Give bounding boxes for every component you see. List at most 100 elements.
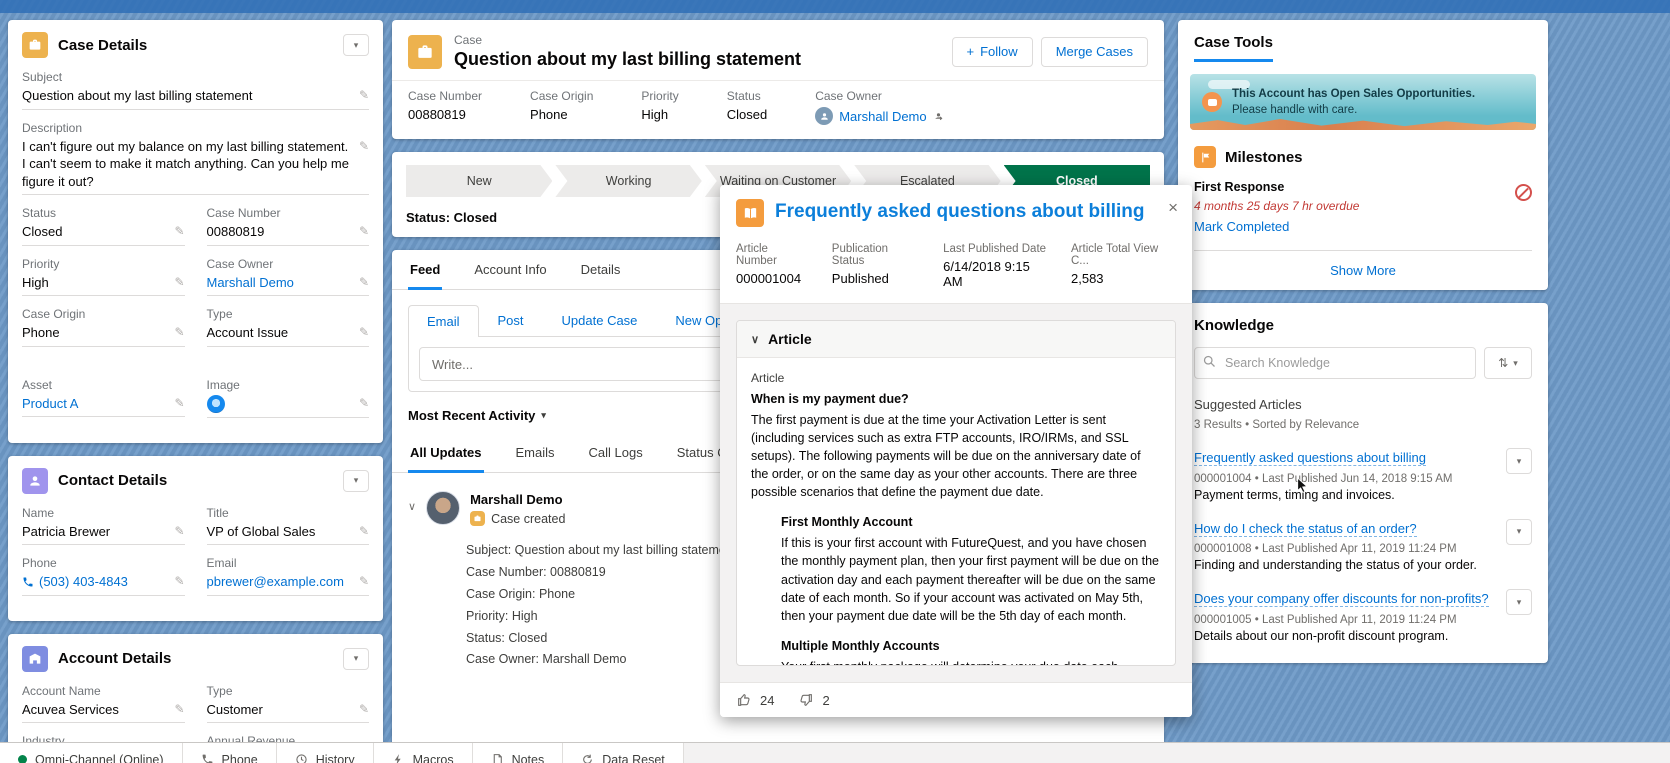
- history-icon: [296, 754, 307, 763]
- case-icon: [22, 32, 48, 58]
- article-link[interactable]: Frequently asked questions about billing: [1194, 450, 1426, 466]
- edit-icon[interactable]: ✎: [359, 523, 369, 539]
- edit-icon[interactable]: ✎: [359, 138, 369, 154]
- field-status: Status Closed ✎: [22, 206, 185, 246]
- knowledge-title: Knowledge: [1194, 317, 1275, 334]
- omni-channel-button[interactable]: Omni-Channel (Online): [0, 743, 183, 763]
- knowledge-article-item: Frequently asked questions about billing…: [1194, 448, 1532, 502]
- mark-completed-link[interactable]: Mark Completed: [1194, 219, 1289, 234]
- search-icon: [1202, 354, 1217, 372]
- account-details-title: Account Details: [58, 650, 172, 668]
- card-menu-button[interactable]: ▾: [343, 647, 369, 670]
- results-summary: 3 Results • Sorted by Relevance: [1194, 419, 1360, 431]
- edit-icon[interactable]: ✎: [174, 701, 184, 717]
- thumbs-up-button[interactable]: 24: [736, 692, 774, 708]
- field-email: Email pbrewer@example.com ✎: [206, 556, 369, 596]
- caret-down-icon: ▾: [541, 410, 546, 420]
- article-section-toggle[interactable]: ∨ Article: [737, 321, 1175, 358]
- feed-action-label: Case created: [491, 511, 566, 526]
- article-meta: 000001005 • Last Published Apr 11, 2019 …: [1194, 613, 1457, 626]
- publisher-tab-email[interactable]: Email: [408, 305, 479, 337]
- tab-details[interactable]: Details: [579, 250, 623, 289]
- feed-author[interactable]: Marshall Demo: [470, 491, 565, 507]
- history-utility-button[interactable]: History: [276, 743, 374, 763]
- tab-feed[interactable]: Feed: [408, 250, 443, 290]
- field-image: Image ✎: [206, 378, 369, 418]
- article-subheading: First Monthly Account: [781, 515, 913, 530]
- show-more-link[interactable]: Show More: [1330, 263, 1396, 278]
- milestones-title: Milestones: [1225, 148, 1303, 166]
- knowledge-search-input[interactable]: [1194, 347, 1476, 379]
- email-link[interactable]: pbrewer@example.com: [207, 573, 344, 591]
- knowledge-sort-button[interactable]: ⇅ ▾: [1484, 347, 1532, 379]
- article-description: Details about our non-profit discount pr…: [1194, 628, 1449, 643]
- edit-icon[interactable]: ✎: [359, 324, 369, 340]
- edit-icon[interactable]: ✎: [359, 395, 369, 411]
- card-menu-button[interactable]: ▾: [343, 34, 369, 56]
- article-link[interactable]: How do I check the status of an order?: [1194, 520, 1417, 537]
- highlight-case-origin: Case Origin Phone: [530, 89, 594, 122]
- edit-icon[interactable]: ✎: [359, 223, 369, 239]
- suggested-articles-label: Suggested Articles: [1194, 397, 1302, 412]
- milestones-section: Milestones First Response 4 months 25 da…: [1178, 144, 1548, 290]
- banner-line-2: Please handle with care.: [1232, 104, 1358, 116]
- case-owner-link[interactable]: Marshall Demo: [839, 109, 926, 124]
- milestone-name: First Response: [1194, 180, 1285, 194]
- article-question: When is my payment due?: [751, 392, 909, 407]
- phone-link[interactable]: (503) 403-4843: [39, 573, 128, 591]
- banner-line-1: This Account has Open Sales Opportunitie…: [1232, 87, 1476, 100]
- filter-emails[interactable]: Emails: [514, 433, 557, 472]
- feed-item-expander[interactable]: ∨: [408, 500, 416, 513]
- article-actions-button[interactable]: ▾: [1506, 589, 1532, 615]
- open-opportunities-banner: This Account has Open Sales Opportunitie…: [1190, 74, 1536, 130]
- contact-details-card: Contact Details ▾ Name Patricia Brewer ✎ …: [8, 455, 383, 621]
- notes-utility-button[interactable]: Notes: [472, 743, 564, 763]
- chat-icon: [1202, 92, 1222, 112]
- field-description: Description I can't figure out my balanc…: [22, 121, 369, 196]
- edit-icon[interactable]: ✎: [174, 223, 184, 239]
- article-actions-button[interactable]: ▾: [1506, 518, 1532, 545]
- edit-icon[interactable]: ✎: [174, 395, 184, 411]
- edit-icon[interactable]: ✎: [359, 274, 369, 290]
- macros-utility-button[interactable]: Macros: [373, 743, 473, 763]
- highlight-case-owner: Case Owner Marshall Demo: [815, 89, 943, 125]
- thumbs-down-button[interactable]: 2: [798, 692, 830, 708]
- article-actions-button[interactable]: ▾: [1506, 448, 1532, 474]
- asset-link[interactable]: Product A: [22, 395, 78, 413]
- caret-down-icon: ▾: [353, 39, 359, 50]
- image-thumbnail[interactable]: [206, 394, 225, 413]
- edit-icon[interactable]: ✎: [359, 87, 369, 103]
- follow-button[interactable]: + Follow: [951, 36, 1033, 67]
- tab-account-info[interactable]: Account Info: [472, 250, 548, 289]
- path-step-new[interactable]: New: [406, 165, 552, 197]
- phone-utility-button[interactable]: Phone: [182, 743, 277, 763]
- edit-icon[interactable]: ✎: [174, 274, 184, 290]
- merge-cases-button[interactable]: Merge Cases: [1040, 36, 1148, 67]
- field-case-number: Case Number 00880819 ✎: [206, 206, 369, 246]
- case-tools-card: Case Tools This Account has Open Sales O…: [1178, 20, 1548, 290]
- edit-icon[interactable]: ✎: [359, 573, 369, 589]
- filter-all-updates[interactable]: All Updates: [408, 433, 484, 473]
- edit-icon[interactable]: ✎: [174, 523, 184, 539]
- field-priority: Priority High ✎: [22, 257, 185, 297]
- contact-details-title: Contact Details: [58, 472, 168, 490]
- publication-status-field: Publication Status Published: [831, 243, 889, 286]
- close-icon[interactable]: ×: [1168, 199, 1178, 216]
- publisher-tab-post[interactable]: Post: [479, 304, 543, 336]
- edit-icon[interactable]: ✎: [174, 324, 184, 340]
- data-reset-utility-button[interactable]: Data Reset: [563, 743, 684, 763]
- case-details-card: Case Details ▾ Subject Question about my…: [8, 20, 383, 443]
- field-type: Type Account Issue ✎: [206, 307, 369, 347]
- publisher-tab-update-case[interactable]: Update Case: [543, 304, 657, 336]
- article-description: Payment terms, timing and invoices.: [1194, 487, 1395, 502]
- edit-icon[interactable]: ✎: [359, 701, 369, 717]
- milestone-violation-icon[interactable]: [1515, 184, 1532, 201]
- change-owner-icon[interactable]: [933, 111, 944, 122]
- edit-icon[interactable]: ✎: [174, 573, 184, 589]
- case-owner-link[interactable]: Marshall Demo: [207, 274, 294, 292]
- card-menu-button[interactable]: ▾: [343, 469, 369, 492]
- article-link[interactable]: Does your company offer discounts for no…: [1194, 591, 1489, 607]
- path-step-working[interactable]: Working: [555, 165, 701, 197]
- filter-call-logs[interactable]: Call Logs: [587, 433, 645, 472]
- case-highlights-card: Case Question about my last billing stat…: [392, 20, 1164, 139]
